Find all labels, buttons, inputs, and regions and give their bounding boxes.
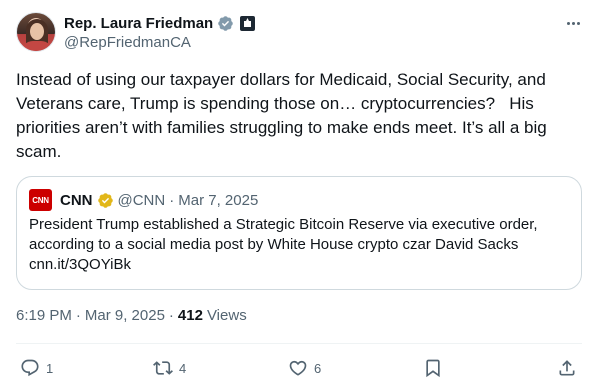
author-name-row: Rep. Laura Friedman: [64, 13, 256, 33]
bookmark-button[interactable]: [423, 356, 449, 380]
author-display-name[interactable]: Rep. Laura Friedman: [64, 15, 213, 32]
reply-button[interactable]: 1: [20, 356, 53, 380]
like-button[interactable]: 6: [288, 356, 321, 380]
bookmark-icon: [426, 359, 440, 378]
like-count: 6: [314, 360, 322, 376]
quoted-handle: @CNN: [117, 191, 166, 209]
quoted-separator: ·: [169, 191, 175, 209]
quoted-tweet-text: President Trump established a Strategic …: [29, 216, 538, 273]
meta-separator-2: ·: [168, 307, 174, 324]
more-icon[interactable]: [564, 14, 582, 32]
tweet-text: Instead of using our taxpayer dollars fo…: [16, 70, 552, 161]
views-label: Views: [206, 307, 247, 324]
tweet-header: Rep. Laura Friedman @RepFriedmanCA: [16, 12, 582, 54]
tweet-time[interactable]: 6:19 PM: [16, 307, 72, 324]
cnn-logo: CNN: [29, 189, 52, 211]
like-icon: [289, 360, 307, 376]
avatar[interactable]: [16, 12, 56, 52]
author-handle[interactable]: @RepFriedmanCA: [64, 34, 191, 51]
reply-count: 1: [46, 360, 54, 376]
share-button[interactable]: [557, 356, 583, 380]
quoted-date: Mar 7, 2025: [178, 191, 259, 209]
tweet-date[interactable]: Mar 9, 2025: [85, 307, 165, 324]
action-bar: 1 4 6: [16, 356, 582, 380]
reply-icon: [21, 359, 39, 377]
quoted-tweet-header: CNN CNN @CNN · Mar 7, 2025: [29, 189, 569, 211]
verified-badge-icon[interactable]: [217, 15, 234, 32]
meta-separator: ·: [75, 307, 81, 324]
quoted-display-name: CNN: [60, 191, 93, 209]
tweet-meta: 6:19 PM · Mar 9, 2025 · 412 Views: [16, 307, 247, 324]
government-badge-icon[interactable]: [240, 15, 256, 31]
retweet-count: 4: [179, 360, 187, 376]
views-count: 412: [177, 307, 203, 324]
retweet-icon: [153, 361, 173, 375]
divider: [16, 343, 582, 344]
verified-gold-badge-icon: [97, 192, 113, 208]
quoted-tweet[interactable]: CNN CNN @CNN · Mar 7, 2025 President Tru…: [16, 176, 582, 290]
retweet-button[interactable]: 4: [153, 356, 186, 380]
share-icon: [559, 360, 575, 376]
